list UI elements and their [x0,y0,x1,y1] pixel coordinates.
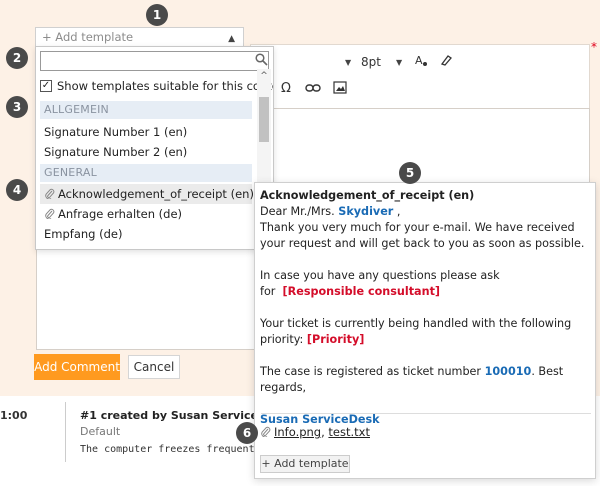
timeline-time: 1:00 [0,409,28,422]
preview-line: Thank you very much for your e-mail. We … [260,221,585,250]
image-icon[interactable] [333,81,347,97]
callout-marker: 3 [6,96,28,118]
preview-line: priority: [Priority] [260,333,365,346]
attachment-link[interactable]: test.txt [328,425,370,439]
attachment-link[interactable]: Info.png [274,425,321,439]
timeline-divider [65,402,66,462]
template-item[interactable]: Empfang (de) [40,224,252,244]
preview-line: In case you have any questions please as… [260,269,500,298]
search-icon [255,53,269,67]
highlight-icon[interactable] [439,53,453,70]
template-item-highlighted[interactable]: Acknowledgement_of_receipt (en) [40,184,254,204]
callout-marker: 2 [6,47,28,69]
font-size-select[interactable]: 8pt [361,55,381,69]
chevron-down-icon[interactable]: ▼ [396,58,402,67]
ticket-number: 100010 [484,365,532,378]
preview-add-template-button[interactable]: + Add template [260,455,350,473]
callout-marker: 5 [399,162,421,184]
link-icon[interactable] [305,82,321,97]
group-header-general: GENERAL [40,164,252,182]
preview-title: Acknowledgement_of_receipt (en) [260,189,475,202]
svg-text:A: A [415,54,423,67]
attachments-row: Info.png, test.txt [260,425,370,439]
add-template-placeholder: + Add template [42,30,134,44]
required-marker: * [591,40,597,54]
template-preview-popup: Acknowledgement_of_receipt (en) Dear Mr.… [254,182,596,479]
group-header-allgemein: ALLGEMEIN [40,101,252,119]
add-template-select[interactable]: + Add template ▲ [35,27,244,47]
add-comment-button[interactable]: Add Comment [34,354,120,380]
special-char-icon[interactable]: Ω [281,81,291,96]
preview-line: Your ticket is currently being handled w… [260,317,572,330]
cancel-button[interactable]: Cancel [128,355,180,379]
suitable-templates-label: Show templates suitable for this context [57,79,274,93]
text-color-icon[interactable]: A [414,53,428,70]
responsible-placeholder: [Responsible consultant] [282,285,441,298]
scroll-up-icon[interactable]: ^ [257,69,271,83]
template-search-input[interactable] [40,51,269,71]
paperclip-icon [260,426,271,438]
template-dropdown: ✓ Show templates suitable for this conte… [35,46,274,250]
timeline-subtitle: Default [80,425,121,438]
scroll-thumb[interactable] [259,97,269,142]
chevron-up-icon: ▲ [228,34,235,44]
priority-placeholder: [Priority] [306,333,365,346]
timeline-description: The computer freezes frequently. [80,444,273,455]
editor-toolbar: a ▼ 8pt ▼ A Ω [250,44,590,108]
preview-content: Acknowledgement_of_receipt (en) Dear Mr.… [260,188,592,428]
template-item[interactable]: Anfrage erhalten (de) [40,204,252,224]
callout-marker: 4 [6,179,28,201]
template-item[interactable]: Signature Number 2 (en) [40,142,252,162]
paperclip-icon [44,208,55,220]
preview-divider [261,413,591,414]
suitable-templates-checkbox[interactable]: ✓ [40,80,52,92]
chevron-down-icon[interactable]: ▼ [345,58,351,67]
preview-salutation: Dear Mr./Mrs. Skydiver , [260,205,401,218]
preview-line: The case is registered as ticket number … [260,365,564,394]
paperclip-icon [44,188,55,200]
callout-marker: 1 [146,4,168,26]
customer-name: Skydiver [338,205,394,218]
template-item[interactable]: Signature Number 1 (en) [40,122,252,142]
callout-marker: 6 [236,422,258,444]
